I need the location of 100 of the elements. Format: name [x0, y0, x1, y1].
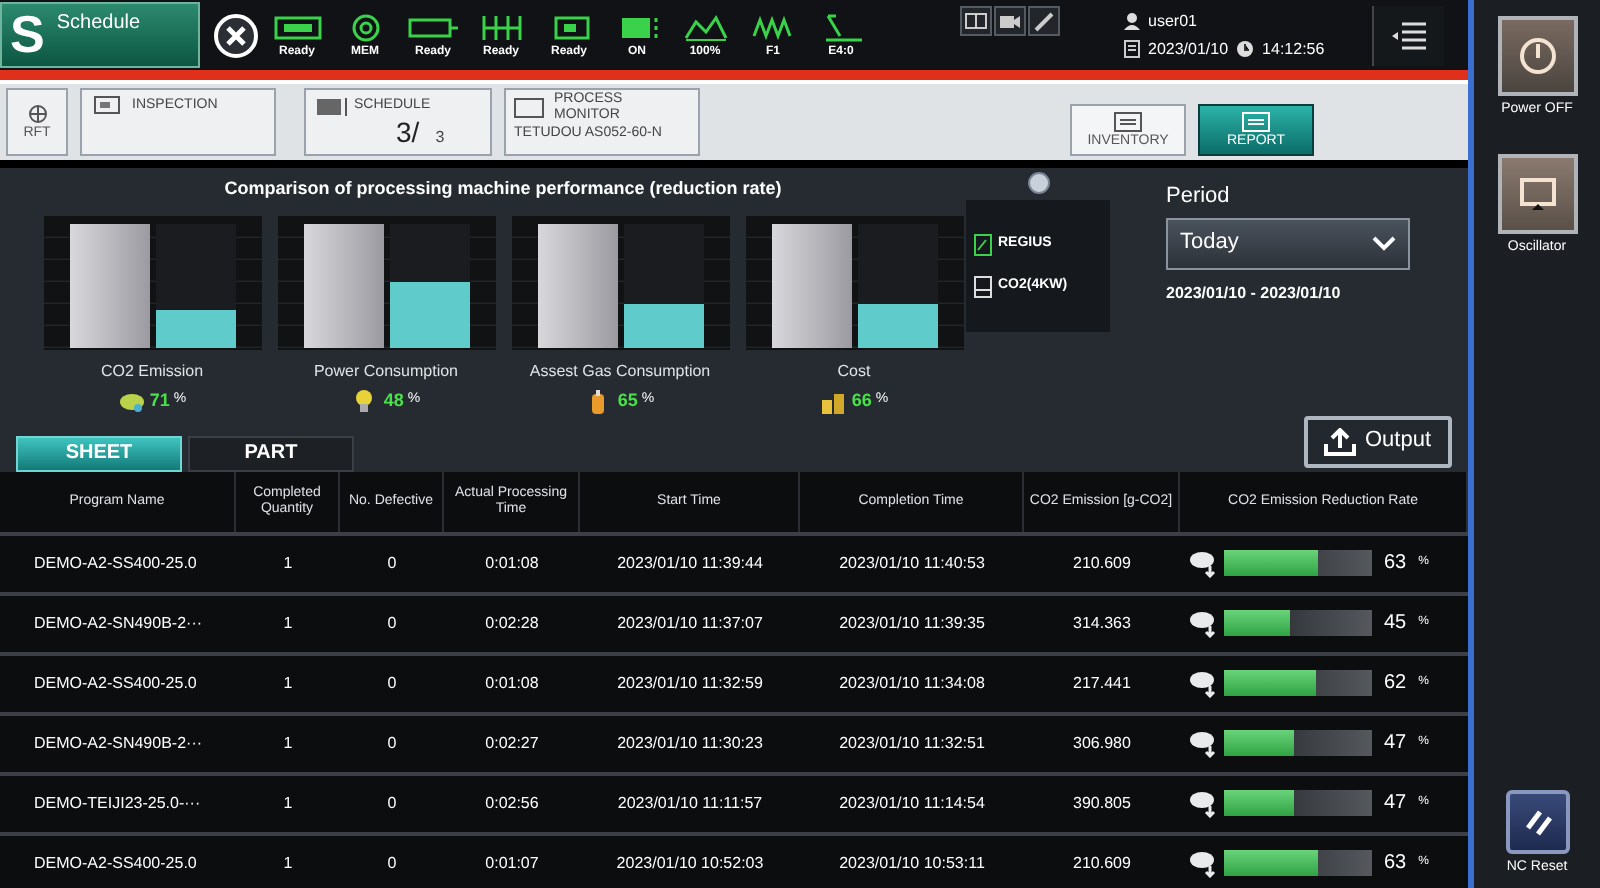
metric-label: CO2 Emission [100, 359, 204, 383]
period-dropdown[interactable]: Today [1166, 217, 1410, 269]
chart-title: Comparison of processing machine performance (reduction rate) [224, 176, 782, 202]
date-range: 2023/01/10 - 2023/01/10 [1166, 281, 1343, 305]
reference-bar [303, 223, 383, 347]
spiral-icon [349, 11, 381, 43]
output-button[interactable]: Output [1304, 415, 1452, 467]
cloud-download-icon [1188, 728, 1218, 758]
cloud-download-icon [1188, 848, 1218, 878]
metric-value: 48 [383, 387, 404, 414]
table-cell: 210.609 [1073, 851, 1131, 875]
chevron-down-icon [1372, 234, 1396, 252]
table-cell: 0 [387, 551, 397, 575]
power-icon [1517, 36, 1557, 76]
table-cell: 0 [387, 731, 397, 755]
reference-bar [69, 223, 149, 347]
menu-button[interactable] [1372, 5, 1444, 65]
table-cell: 2023/01/10 11:14:54 [839, 791, 985, 815]
table-cell: DEMO-A2-SN490B-2··· [34, 611, 203, 635]
rate-value: 63 [1384, 850, 1407, 878]
toolbar-button[interactable] [994, 6, 1026, 36]
info-icon[interactable] [1027, 172, 1049, 194]
crosshair-icon [27, 103, 47, 123]
table-cell: 1 [283, 671, 293, 695]
table-cell: 2023/01/10 11:30:23 [617, 731, 763, 755]
rate-value: 63 [1384, 550, 1407, 578]
table-cell: 0:01:08 [485, 671, 539, 695]
upload-icon [1324, 427, 1357, 455]
screen-icon [94, 96, 120, 114]
table-cell: 306.980 [1073, 731, 1131, 755]
cloud-download-icon [1188, 608, 1218, 638]
table-cell: 2023/01/10 11:37:07 [617, 611, 763, 635]
part-tab[interactable]: PART [188, 435, 354, 471]
rate-value: 45 [1384, 610, 1407, 638]
table-cell: 2023/01/10 10:53:11 [839, 851, 985, 875]
metric-label: Cost [837, 359, 871, 383]
table-cell: 2023/01/10 11:40:53 [839, 551, 985, 575]
list-icon [316, 97, 348, 116]
table-cell: 2023/01/10 11:39:35 [839, 611, 985, 635]
schedule-total: 3 [435, 125, 445, 149]
table-cell: DEMO-A2-SS400-25.0 [34, 851, 197, 875]
report-icon [1242, 111, 1270, 131]
current-time: 14:12:56 [1262, 37, 1325, 61]
rate-value: 47 [1384, 790, 1407, 818]
table-cell: 0 [387, 611, 397, 635]
rate-value: 62 [1384, 670, 1407, 698]
metric-label: Assest Gas Consumption [529, 359, 711, 383]
zigzag-icon [751, 11, 795, 43]
table-cell: 2023/01/10 11:32:59 [617, 671, 763, 695]
wave-icon [681, 11, 729, 43]
nc-reset-button[interactable] [1505, 790, 1569, 854]
reference-bar [771, 223, 851, 347]
monitor-icon [1517, 173, 1557, 213]
oscillator-button[interactable] [1497, 153, 1577, 233]
table-cell: 2023/01/10 11:32:51 [839, 731, 985, 755]
grid-icon [479, 11, 523, 43]
power-off-button[interactable] [1497, 16, 1577, 96]
reference-bar [537, 223, 617, 347]
table-cell: 0 [387, 671, 397, 695]
table-cell: 2023/01/10 11:34:08 [839, 671, 985, 695]
metric-value: 66 [851, 387, 872, 414]
table-cell: 210.609 [1073, 551, 1131, 575]
chip-icon [549, 11, 589, 43]
table-cell: DEMO-A2-SS400-25.0 [34, 551, 197, 575]
cloud-download-icon [1188, 788, 1218, 818]
calendar-icon [1124, 40, 1140, 58]
table-cell: 0 [387, 791, 397, 815]
table-cell: 0:01:08 [485, 551, 539, 575]
metric-value: 71 [149, 387, 170, 414]
table-cell: 1 [283, 851, 293, 875]
table-cell: 2023/01/10 11:39:44 [617, 551, 763, 575]
cloud-download-icon [1188, 548, 1218, 578]
table-cell: 314.363 [1073, 611, 1131, 635]
user-name: user01 [1148, 9, 1197, 33]
user-icon [1124, 12, 1140, 30]
book-icon [962, 8, 990, 34]
table-cell: DEMO-A2-SS400-25.0 [34, 671, 197, 695]
menu-icon [1391, 19, 1427, 51]
table-cell: 2023/01/10 11:11:57 [617, 791, 763, 815]
table-cell: 0 [387, 851, 397, 875]
table-cell: 1 [283, 551, 293, 575]
table-cell: 1 [283, 791, 293, 815]
table-cell: 0:02:27 [485, 731, 539, 755]
table-cell: 2023/01/10 10:52:03 [616, 851, 764, 875]
rate-value: 47 [1384, 730, 1407, 758]
logo-letter: S [10, 4, 45, 64]
list-icon [1114, 111, 1142, 131]
toolbar-button[interactable] [1028, 6, 1060, 36]
table-cell: 1 [283, 611, 293, 635]
screen-title: Schedule [56, 10, 141, 38]
close-icon [224, 23, 248, 47]
table-cell: DEMO-A2-SN490B-2··· [34, 731, 203, 755]
table-cell: 0:02:56 [485, 791, 539, 815]
table-cell: 0:02:28 [485, 611, 539, 635]
table-cell: DEMO-TEIJI23-25.0-··· [34, 791, 201, 815]
table-cell: 1 [283, 731, 293, 755]
toolbar-button[interactable] [960, 6, 992, 36]
cabinet-icon [974, 276, 992, 298]
close-button[interactable] [214, 13, 258, 57]
table-cell: 390.805 [1073, 791, 1131, 815]
